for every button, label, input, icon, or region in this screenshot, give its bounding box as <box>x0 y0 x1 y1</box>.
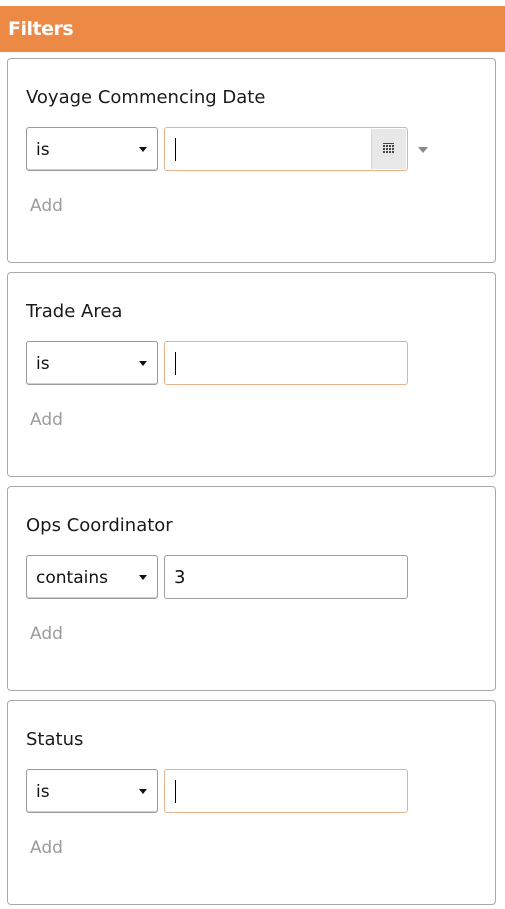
chevron-down-icon <box>139 147 147 152</box>
operator-select[interactable]: contains <box>26 555 158 599</box>
operator-value: is <box>36 782 50 802</box>
operator-select[interactable]: is <box>26 341 158 385</box>
filter-card-ops-coordinator: Ops Coordinator contains 3 Add <box>7 486 496 691</box>
calendar-icon <box>383 143 394 153</box>
filter-card-trade-area: Trade Area is Add <box>7 272 496 477</box>
operator-value: is <box>36 140 50 160</box>
filter-card-status: Status is Add <box>7 700 496 905</box>
add-link[interactable]: Add <box>30 624 63 644</box>
calendar-button[interactable] <box>371 129 406 169</box>
operator-value: contains <box>36 568 108 588</box>
filter-label: Ops Coordinator <box>26 515 173 536</box>
chevron-down-icon[interactable] <box>418 147 428 153</box>
chevron-down-icon <box>139 361 147 366</box>
date-input[interactable] <box>164 127 408 171</box>
value-input[interactable] <box>164 769 408 813</box>
operator-select[interactable]: is <box>26 127 158 171</box>
filter-label: Status <box>26 729 84 750</box>
operator-value: is <box>36 354 50 374</box>
panel-title: Filters <box>0 6 505 52</box>
text-cursor <box>175 138 176 161</box>
add-link[interactable]: Add <box>30 196 63 216</box>
operator-select[interactable]: is <box>26 769 158 813</box>
filter-card-voyage-commencing-date: Voyage Commencing Date is Add <box>7 58 496 263</box>
value-input[interactable]: 3 <box>164 555 408 599</box>
filters-panel: Filters Voyage Commencing Date is Add Tr… <box>0 0 505 909</box>
chevron-down-icon <box>139 789 147 794</box>
add-link[interactable]: Add <box>30 410 63 430</box>
chevron-down-icon <box>139 575 147 580</box>
text-cursor <box>175 352 176 375</box>
add-link[interactable]: Add <box>30 838 63 858</box>
text-cursor <box>175 780 176 803</box>
input-value: 3 <box>174 567 186 588</box>
filter-label: Trade Area <box>26 301 123 322</box>
filter-label: Voyage Commencing Date <box>26 87 266 108</box>
value-input[interactable] <box>164 341 408 385</box>
